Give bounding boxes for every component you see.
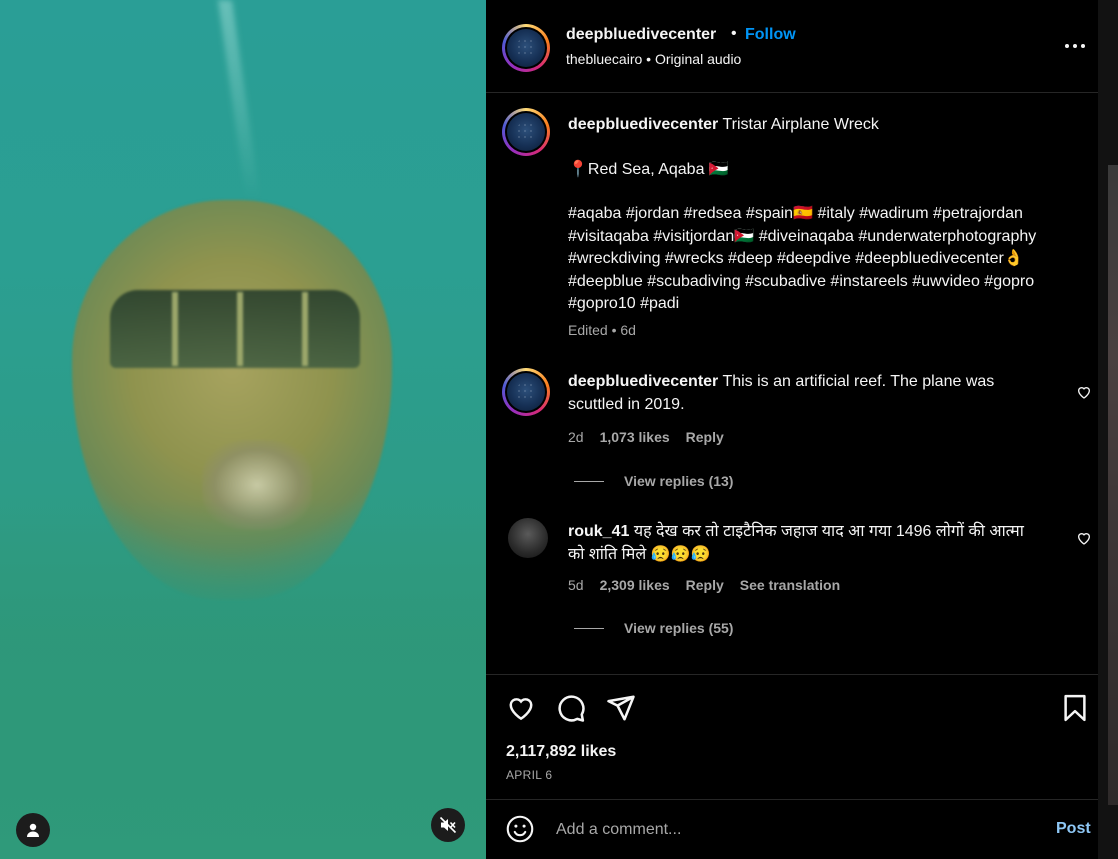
mute-toggle-button[interactable] bbox=[431, 808, 465, 842]
window-frame bbox=[302, 292, 308, 366]
author-avatar[interactable] bbox=[502, 24, 550, 72]
comment-age: 2d bbox=[568, 429, 584, 445]
comment-icon[interactable] bbox=[556, 693, 586, 723]
post-details-panel: deepbluedivecenter • Follow thebluecairo… bbox=[486, 0, 1098, 859]
post-actions: 2,117,892 likes APRIL 6 bbox=[486, 674, 1098, 800]
comment-like-icon[interactable] bbox=[1076, 384, 1092, 400]
user-icon bbox=[27, 823, 39, 837]
follow-button[interactable]: Follow bbox=[745, 26, 796, 44]
post-header: deepbluedivecenter • Follow thebluecairo… bbox=[486, 0, 1098, 93]
reply-button[interactable]: Reply bbox=[686, 429, 724, 445]
commenter-avatar[interactable] bbox=[508, 518, 548, 558]
tagged-users-button[interactable] bbox=[16, 813, 50, 847]
view-replies-button[interactable]: View replies (13) bbox=[574, 473, 733, 489]
caption-username[interactable]: deepbluedivecenter bbox=[568, 116, 718, 133]
emoji-icon[interactable] bbox=[506, 815, 534, 843]
bookmark-icon[interactable] bbox=[1060, 693, 1090, 723]
comment-input[interactable] bbox=[554, 814, 1018, 846]
commenter-username[interactable]: rouk_41 bbox=[568, 523, 629, 540]
muted-speaker-icon bbox=[439, 816, 457, 834]
replies-divider bbox=[574, 480, 604, 482]
audio-line[interactable]: thebluecairo • Original audio bbox=[566, 51, 741, 67]
caption-text: deepbluedivecenter Tristar Airplane Wrec… bbox=[568, 114, 1078, 316]
reply-button[interactable]: Reply bbox=[686, 577, 724, 593]
comment-likes[interactable]: 2,309 likes bbox=[600, 577, 670, 593]
comment-like-icon[interactable] bbox=[1076, 530, 1092, 546]
reel-video[interactable] bbox=[0, 0, 486, 859]
post-button[interactable]: Post bbox=[1056, 820, 1091, 838]
heart-icon[interactable] bbox=[506, 693, 536, 723]
likes-count[interactable]: 2,117,892 likes bbox=[506, 743, 616, 761]
comment-body: यह देख कर तो टाइटैनिक जहाज याद आ गया 149… bbox=[568, 523, 1024, 563]
view-replies-button[interactable]: View replies (55) bbox=[574, 620, 733, 636]
view-replies-label: View replies (13) bbox=[624, 473, 734, 489]
replies-divider bbox=[574, 627, 604, 629]
background-page-peek bbox=[1108, 165, 1118, 805]
caption-location: 📍Red Sea, Aqaba 🇯🇴 bbox=[568, 160, 729, 178]
commenter-username[interactable]: deepbluedivecenter bbox=[568, 373, 718, 390]
comment-composer: Post bbox=[486, 798, 1098, 859]
author-username[interactable]: deepbluedivecenter bbox=[566, 26, 716, 44]
water-haze bbox=[0, 499, 486, 859]
edited-timestamp: Edited • 6d bbox=[568, 322, 636, 338]
caption-hashtags[interactable]: #aqaba #jordan #redsea #spain🇪🇸 #italy #… bbox=[568, 203, 1078, 316]
see-translation-button[interactable]: See translation bbox=[740, 577, 840, 593]
light-ray bbox=[217, 0, 261, 200]
view-replies-label: View replies (55) bbox=[624, 620, 734, 636]
window-frame bbox=[172, 292, 178, 366]
more-options-icon[interactable] bbox=[1064, 38, 1086, 54]
share-icon[interactable] bbox=[606, 693, 636, 723]
window-frame bbox=[237, 292, 243, 366]
caption-title: Tristar Airplane Wreck bbox=[722, 116, 879, 133]
separator-dot: • bbox=[731, 25, 737, 42]
post-date: APRIL 6 bbox=[506, 768, 553, 782]
cockpit-windows bbox=[110, 290, 360, 368]
comment-meta: 2d 1,073 likes Reply bbox=[568, 429, 724, 445]
commenter-avatar[interactable] bbox=[502, 368, 550, 416]
caption-avatar[interactable] bbox=[502, 108, 550, 156]
comment-text: deepbluedivecenter This is an artificial… bbox=[568, 370, 1038, 416]
comment-likes[interactable]: 1,073 likes bbox=[600, 429, 670, 445]
comment-text: rouk_41 यह देख कर तो टाइटैनिक जहाज याद आ… bbox=[568, 520, 1038, 566]
comment-age: 5d bbox=[568, 577, 584, 593]
comment-meta: 5d 2,309 likes Reply See translation bbox=[568, 577, 840, 593]
